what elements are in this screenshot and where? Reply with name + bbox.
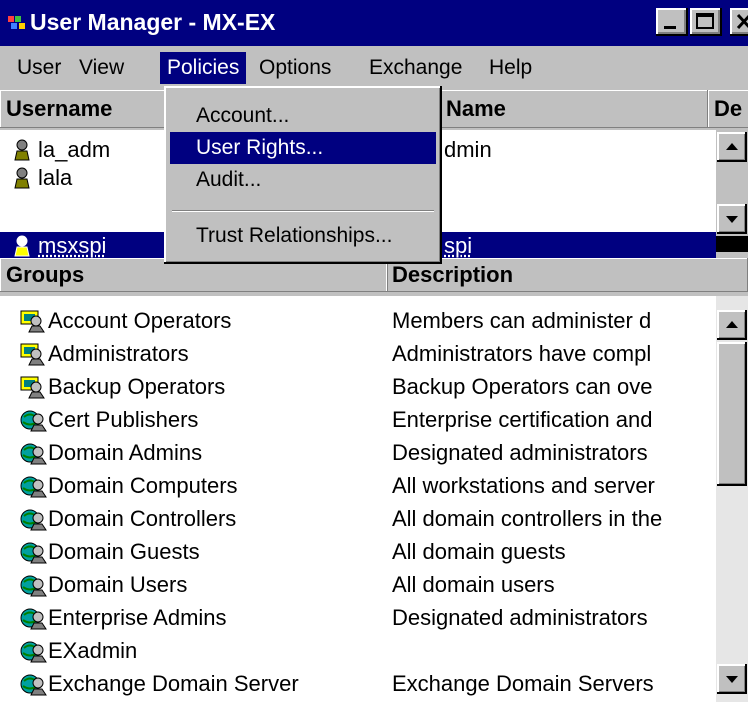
- group-row[interactable]: Domain Computers All workstations and se…: [0, 469, 716, 502]
- group-name: Administrators: [48, 341, 189, 366]
- group-row[interactable]: Backup Operators Backup Operators can ov…: [0, 370, 716, 403]
- group-description: Designated administrators: [392, 605, 648, 630]
- arrow-up-icon: [726, 321, 738, 328]
- user-icon: [14, 139, 30, 161]
- group-row[interactable]: Cert Publishers Enterprise certification…: [0, 403, 716, 436]
- group-row[interactable]: EXadmin: [0, 634, 716, 667]
- menu-view[interactable]: View: [72, 52, 131, 84]
- group-name: Domain Controllers: [48, 506, 237, 531]
- window-title: User Manager - MX-EX: [30, 9, 276, 35]
- scroll-track: [716, 236, 748, 252]
- menu-item-user-rights[interactable]: User Rights...: [170, 132, 436, 164]
- group-description: Exchange Domain Servers: [392, 671, 654, 696]
- scroll-down-button[interactable]: [717, 204, 747, 234]
- maximize-button[interactable]: [690, 8, 722, 36]
- group-description: Designated administrators: [392, 440, 648, 465]
- arrow-up-icon: [726, 143, 738, 150]
- group-description: All domain guests: [392, 539, 566, 564]
- group-description: All domain controllers in the: [392, 506, 663, 531]
- global-group-icon: [20, 674, 47, 696]
- menu-separator: [172, 210, 434, 212]
- group-row[interactable]: Enterprise Admins Designated administrat…: [0, 601, 716, 634]
- minimize-icon: [664, 26, 676, 29]
- username: la_adm: [38, 137, 111, 162]
- menu-item-account[interactable]: Account...: [170, 100, 436, 132]
- group-row[interactable]: Domain Users All domain users: [0, 568, 716, 601]
- menu-item-audit[interactable]: Audit...: [170, 164, 436, 196]
- group-row[interactable]: Account Operators Members can administer…: [0, 304, 716, 337]
- group-description: Backup Operators can ove: [392, 374, 653, 399]
- global-group-icon: [20, 542, 47, 564]
- group-name: Account Operators: [48, 308, 232, 333]
- arrow-down-icon: [726, 216, 738, 223]
- group-name: Domain Users: [48, 572, 188, 597]
- scroll-thumb[interactable]: [717, 342, 747, 486]
- group-name: Domain Guests: [48, 539, 200, 564]
- column-full-name[interactable]: Name: [440, 90, 708, 128]
- scroll-up-button[interactable]: [717, 132, 747, 162]
- maximize-icon: [696, 13, 714, 29]
- group-name: Exchange Domain Server: [48, 671, 299, 696]
- menu-exchange[interactable]: Exchange: [362, 52, 469, 84]
- username: lala: [38, 165, 73, 190]
- group-description: Administrators have compl: [392, 341, 652, 366]
- user-manager-app-icon: [8, 16, 25, 29]
- global-group-icon: [20, 476, 47, 498]
- group-row[interactable]: Domain Controllers All domain controller…: [0, 502, 716, 535]
- group-description: All domain users: [392, 572, 555, 597]
- arrow-down-icon: [726, 676, 738, 683]
- scroll-up-button[interactable]: [717, 310, 747, 340]
- group-description: Members can administer d: [392, 308, 652, 333]
- user-icon: [14, 235, 30, 257]
- user-full-name: spi: [444, 233, 473, 258]
- group-name: Cert Publishers: [48, 407, 199, 432]
- menu-user[interactable]: User: [10, 52, 68, 84]
- policies-dropdown-menu: Account... User Rights... Audit... Trust…: [164, 86, 442, 264]
- global-group-icon: [20, 443, 47, 465]
- username: msxspi: [38, 233, 107, 258]
- groups-scrollbar[interactable]: [716, 296, 748, 702]
- local-group-icon: [20, 343, 45, 366]
- group-description: All workstations and server: [392, 473, 655, 498]
- close-icon: [736, 13, 748, 30]
- menu-bar: User View Policies Options Exchange Help: [0, 48, 748, 88]
- scroll-down-button[interactable]: [717, 664, 747, 694]
- global-group-icon: [20, 575, 47, 597]
- user-full-name: dmin: [444, 137, 492, 162]
- global-group-icon: [20, 641, 47, 663]
- menu-help[interactable]: Help: [482, 52, 539, 84]
- local-group-icon: [20, 310, 45, 333]
- group-name: EXadmin: [48, 638, 138, 663]
- user-icon: [14, 167, 30, 189]
- group-name: Backup Operators: [48, 374, 226, 399]
- group-name: Enterprise Admins: [48, 605, 227, 630]
- group-name: Domain Admins: [48, 440, 203, 465]
- group-row[interactable]: Domain Guests All domain guests: [0, 535, 716, 568]
- group-row[interactable]: Exchange Domain Server Exchange Domain S…: [0, 667, 716, 700]
- group-row[interactable]: Domain Admins Designated administrators: [0, 436, 716, 469]
- group-description: Enterprise certification and: [392, 407, 653, 432]
- local-group-icon: [20, 376, 45, 399]
- column-description[interactable]: De: [708, 90, 748, 128]
- menu-item-trust-relationships[interactable]: Trust Relationships...: [170, 220, 436, 252]
- close-button[interactable]: [730, 8, 748, 36]
- users-scrollbar[interactable]: [716, 130, 748, 260]
- minimize-button[interactable]: [656, 8, 688, 36]
- menu-policies[interactable]: Policies: [160, 52, 247, 84]
- global-group-icon: [20, 509, 47, 531]
- title-bar[interactable]: User Manager - MX-EX: [0, 0, 748, 46]
- group-name: Domain Computers: [48, 473, 238, 498]
- global-group-icon: [20, 608, 47, 630]
- menu-options[interactable]: Options: [252, 52, 338, 84]
- user-manager-window: User Manager - MX-EX User View Policies …: [0, 0, 748, 702]
- group-row[interactable]: Administrators Administrators have compl: [0, 337, 716, 370]
- global-group-icon: [20, 410, 47, 432]
- groups-list: Account Operators Members can administer…: [0, 296, 716, 702]
